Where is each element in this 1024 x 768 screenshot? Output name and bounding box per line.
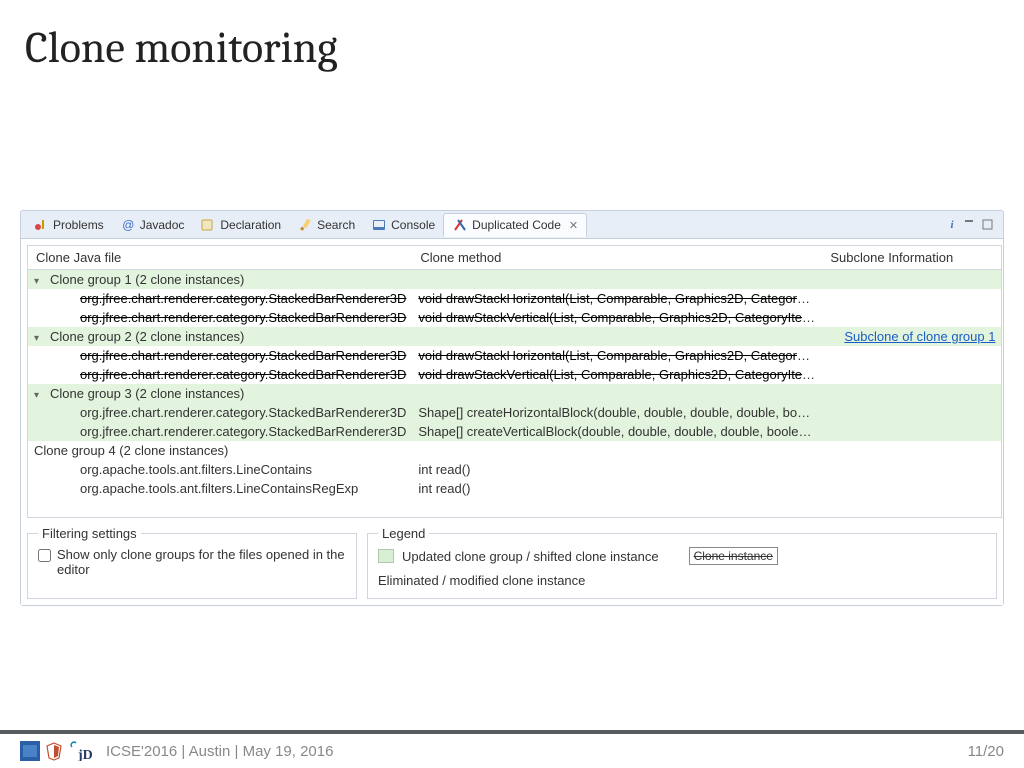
- logo-shield-icon: [44, 741, 64, 761]
- info-icon[interactable]: i: [945, 218, 959, 232]
- page-number: 11/20: [968, 743, 1004, 760]
- clone-instance-row[interactable]: org.jfree.chart.renderer.category.Stacke…: [28, 346, 1002, 365]
- legend-panel: Legend Updated clone group / shifted clo…: [367, 526, 997, 599]
- tab-label: Console: [391, 218, 435, 232]
- fieldset-label: Legend: [378, 526, 429, 541]
- clone-instance-row[interactable]: org.jfree.chart.renderer.category.Stacke…: [28, 365, 1002, 384]
- legend-updated-label: Updated clone group / shifted clone inst…: [402, 549, 659, 564]
- filter-checkbox-row[interactable]: Show only clone groups for the files ope…: [38, 547, 346, 577]
- eclipse-view-panel: Problems @ Javadoc Declaration Search Co…: [20, 210, 1004, 606]
- footer-logos: jD: [20, 741, 96, 761]
- svg-text:@: @: [122, 218, 134, 232]
- chevron-down-icon: ▾: [34, 333, 44, 344]
- group-row[interactable]: ▾Clone group 4 (2 clone instances): [28, 441, 1002, 460]
- page-title: Clone monitoring: [0, 0, 1024, 83]
- tab-console[interactable]: Console: [363, 214, 443, 236]
- tab-label: Search: [317, 218, 355, 232]
- duplicated-code-icon: [452, 217, 468, 233]
- chevron-down-icon: ▾: [28, 447, 29, 458]
- clone-instance-row[interactable]: org.jfree.chart.renderer.category.Stacke…: [28, 308, 1002, 327]
- footer-text: ICSE'2016 | Austin | May 19, 2016: [106, 743, 333, 760]
- group-row[interactable]: ▾Clone group 1 (2 clone instances): [28, 270, 1002, 290]
- tab-bar: Problems @ Javadoc Declaration Search Co…: [21, 211, 1003, 239]
- declaration-icon: [200, 217, 216, 233]
- group-row[interactable]: ▾Clone group 3 (2 clone instances): [28, 384, 1002, 403]
- tab-label: Duplicated Code: [472, 218, 561, 232]
- filter-checkbox[interactable]: [38, 549, 51, 562]
- filter-label: Show only clone groups for the files ope…: [57, 547, 346, 577]
- clone-instance-row[interactable]: org.jfree.chart.renderer.category.Stacke…: [28, 403, 1002, 422]
- table-row: [28, 498, 1002, 518]
- tab-label: Declaration: [220, 218, 281, 232]
- tab-declaration[interactable]: Declaration: [192, 214, 289, 236]
- chevron-down-icon: ▾: [34, 276, 44, 287]
- logo-icse-icon: [20, 741, 40, 761]
- clone-table: Clone Java file Clone method Subclone In…: [27, 245, 1002, 518]
- tab-label: Problems: [53, 218, 104, 232]
- minimize-icon[interactable]: [963, 218, 977, 232]
- updated-swatch: [378, 549, 394, 563]
- legend-elim-label: Eliminated / modified clone instance: [378, 573, 585, 588]
- clone-instance-row[interactable]: org.apache.tools.ant.filters.LineContain…: [28, 460, 1002, 479]
- console-icon: [371, 217, 387, 233]
- fieldset-label: Filtering settings: [38, 526, 141, 541]
- col-method[interactable]: Clone method: [412, 246, 822, 270]
- group-row[interactable]: ▾Clone group 2 (2 clone instances)Subclo…: [28, 327, 1002, 346]
- problems-icon: [33, 217, 49, 233]
- javadoc-icon: @: [120, 217, 136, 233]
- search-icon: [297, 217, 313, 233]
- col-file[interactable]: Clone Java file: [28, 246, 413, 270]
- filtering-settings: Filtering settings Show only clone group…: [27, 526, 357, 599]
- clone-instance-row[interactable]: org.jfree.chart.renderer.category.Stacke…: [28, 289, 1002, 308]
- slide-footer: jD ICSE'2016 | Austin | May 19, 2016 11/…: [0, 730, 1024, 768]
- bottom-panels: Filtering settings Show only clone group…: [27, 526, 997, 599]
- maximize-icon[interactable]: [981, 218, 995, 232]
- subclone-link[interactable]: Subclone of clone group 1: [844, 329, 995, 344]
- tab-label: Javadoc: [140, 218, 185, 232]
- col-sub[interactable]: Subclone Information: [822, 246, 1002, 270]
- clone-instance-row[interactable]: org.apache.tools.ant.filters.LineContain…: [28, 479, 1002, 498]
- close-icon[interactable]: ✕: [569, 219, 578, 232]
- tab-duplicated-code[interactable]: Duplicated Code ✕: [443, 213, 587, 237]
- tab-problems[interactable]: Problems: [25, 214, 112, 236]
- tab-javadoc[interactable]: @ Javadoc: [112, 214, 193, 236]
- logo-jd-icon: jD: [68, 741, 96, 761]
- chevron-down-icon: ▾: [34, 390, 44, 401]
- tab-search[interactable]: Search: [289, 214, 363, 236]
- strike-sample: Clone instance: [689, 547, 778, 565]
- svg-text:jD: jD: [77, 748, 93, 761]
- clone-instance-row[interactable]: org.jfree.chart.renderer.category.Stacke…: [28, 422, 1002, 441]
- view-body: Clone Java file Clone method Subclone In…: [21, 239, 1003, 605]
